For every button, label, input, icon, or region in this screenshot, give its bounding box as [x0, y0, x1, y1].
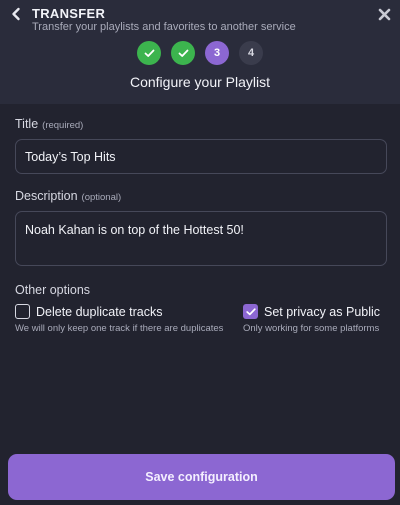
- description-label-text: Description: [15, 189, 78, 203]
- delete-duplicates-note: We will only keep one track if there are…: [15, 323, 224, 334]
- title-label: Title (required): [15, 117, 83, 131]
- step-3-current: 3: [205, 41, 229, 65]
- description-textarea[interactable]: Noah Kahan is on top of the Hottest 50!: [15, 211, 387, 266]
- section-heading: Configure your Playlist: [129, 74, 271, 90]
- back-button[interactable]: [8, 6, 24, 22]
- delete-duplicates-option[interactable]: Delete duplicate tracks: [15, 304, 162, 319]
- close-icon: [378, 8, 390, 20]
- other-options-heading: Other options: [15, 283, 91, 297]
- check-icon: [144, 49, 154, 57]
- step-1-complete: [137, 41, 161, 65]
- title-label-text: Title: [15, 117, 39, 131]
- title-input-value: Today’s Top Hits: [25, 149, 116, 164]
- privacy-public-label[interactable]: Set privacy as Public: [264, 305, 380, 319]
- step-4-pending: 4: [239, 41, 263, 65]
- stepper: 3 4: [0, 41, 400, 65]
- title-input[interactable]: Today’s Top Hits: [15, 139, 387, 174]
- step-2-complete: [171, 41, 195, 65]
- title-required-hint: (required): [42, 120, 84, 131]
- delete-duplicates-label[interactable]: Delete duplicate tracks: [36, 305, 162, 319]
- privacy-public-checkbox[interactable]: [243, 304, 258, 319]
- description-label: Description (optional): [15, 189, 121, 203]
- save-configuration-button[interactable]: Save configuration: [8, 454, 395, 500]
- chevron-left-icon: [12, 7, 20, 21]
- check-icon: [178, 49, 188, 57]
- delete-duplicates-checkbox[interactable]: [15, 304, 30, 319]
- description-optional-hint: (optional): [81, 192, 122, 203]
- privacy-public-option[interactable]: Set privacy as Public: [243, 304, 380, 319]
- check-icon: [245, 307, 256, 315]
- close-button[interactable]: [376, 6, 392, 22]
- page-title: TRANSFER: [32, 6, 106, 21]
- privacy-public-note: Only working for some platforms: [243, 323, 380, 334]
- header: TRANSFER Transfer your playlists and fav…: [0, 0, 400, 104]
- description-textarea-value: Noah Kahan is on top of the Hottest 50!: [25, 223, 244, 237]
- transfer-config-screen: TRANSFER Transfer your playlists and fav…: [0, 0, 400, 505]
- page-subtitle: Transfer your playlists and favorites to…: [32, 21, 296, 33]
